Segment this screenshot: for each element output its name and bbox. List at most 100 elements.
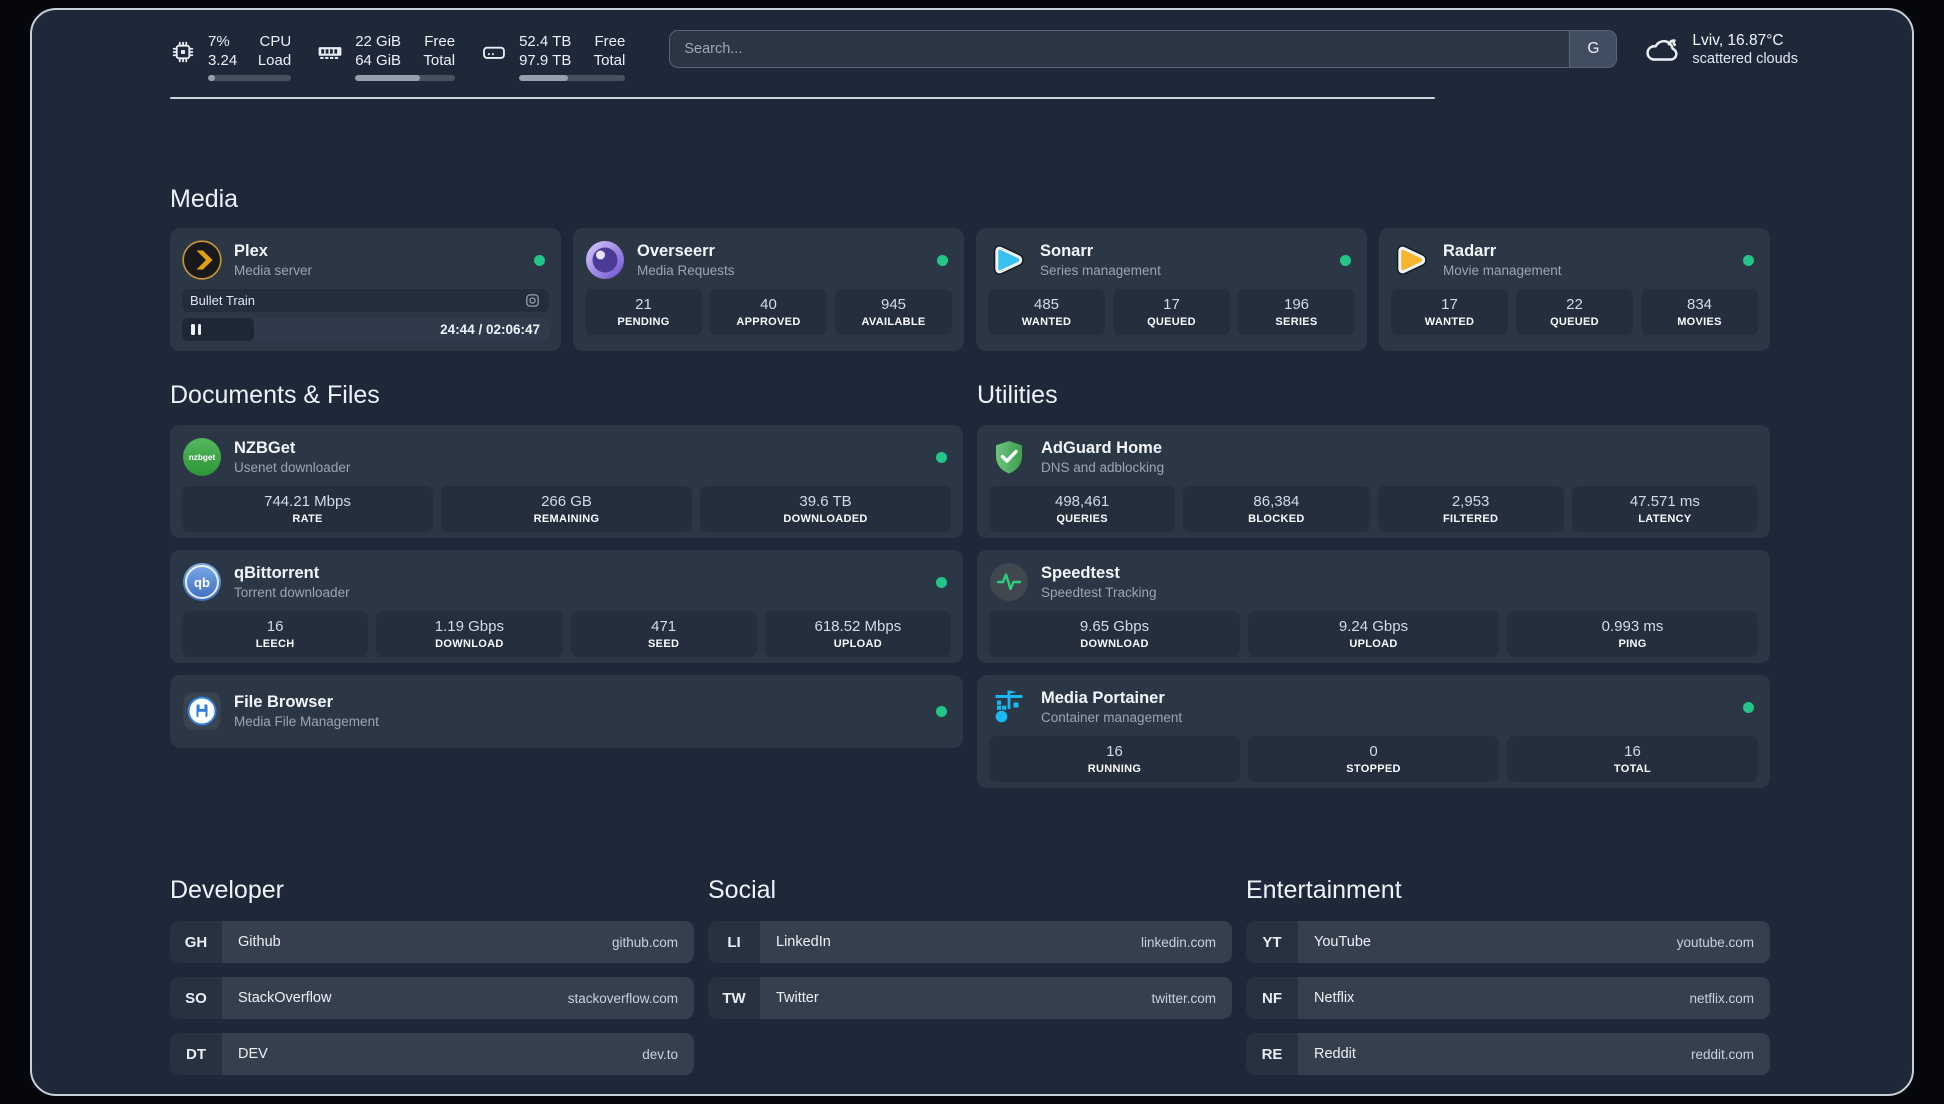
sonarr-card[interactable]: Sonarr Series management 485 WANTED 17 Q… bbox=[976, 228, 1367, 351]
stat-value: 618.52 Mbps bbox=[814, 618, 902, 635]
ram-free-label: Free bbox=[424, 33, 456, 50]
stat-box: 196 SERIES bbox=[1238, 289, 1355, 335]
bookmark-abbr: LI bbox=[708, 921, 760, 963]
speedtest-card[interactable]: Speedtest Speedtest Tracking 9.65 Gbps D… bbox=[977, 550, 1770, 663]
social-section-title: Social bbox=[708, 876, 777, 904]
pause-icon bbox=[191, 324, 201, 335]
developer-section-title: Developer bbox=[170, 876, 284, 904]
social-links: LI LinkedIn linkedin.com TW Twitter twit… bbox=[708, 907, 1232, 1075]
stat-label: DOWNLOAD bbox=[435, 638, 504, 650]
qbittorrent-card[interactable]: qb qBittorrent Torrent downloader 16 LEE… bbox=[170, 550, 963, 663]
plex-card[interactable]: Plex Media server Bullet Train 24:44 / 0… bbox=[170, 228, 561, 351]
search-engine-button[interactable]: G bbox=[1569, 31, 1617, 67]
bookmark-url: github.com bbox=[611, 934, 678, 950]
stat-value: 9.65 Gbps bbox=[1079, 618, 1150, 635]
cpu-progress-bar bbox=[208, 75, 292, 81]
app-name: Plex bbox=[234, 242, 268, 260]
bookmark-abbr: TW bbox=[708, 977, 760, 1019]
status-dot bbox=[534, 255, 545, 266]
stat-value: 40 bbox=[760, 296, 777, 313]
stat-box: 485 WANTED bbox=[988, 289, 1105, 335]
stat-label: RUNNING bbox=[1087, 763, 1142, 775]
cpu-value: 7% bbox=[208, 33, 230, 50]
stat-label: UPLOAD bbox=[833, 638, 882, 650]
bookmark-github[interactable]: GH Github github.com bbox=[170, 921, 694, 963]
weather-condition: scattered clouds bbox=[1692, 51, 1798, 67]
stat-value: 0 bbox=[1369, 743, 1378, 760]
stat-box: 0 STOPPED bbox=[1248, 736, 1499, 782]
stat-label: DOWNLOAD bbox=[1080, 638, 1149, 650]
stat-label: LATENCY bbox=[1638, 513, 1692, 525]
stat-label: AVAILABLE bbox=[861, 316, 926, 328]
stat-value: 9.24 Gbps bbox=[1338, 618, 1409, 635]
ram-total-value: 64 GiB bbox=[355, 52, 402, 69]
utilities-column: AdGuard Home DNS and adblocking 498,461 … bbox=[977, 425, 1770, 788]
stat-value: 22 bbox=[1566, 296, 1583, 313]
bookmark-url: linkedin.com bbox=[1140, 934, 1216, 950]
filebrowser-card[interactable]: File Browser Media File Management bbox=[170, 675, 963, 748]
stat-label: UPLOAD bbox=[1349, 638, 1398, 650]
nzbget-card[interactable]: nzbget NZBGet Usenet downloader 744.21 M… bbox=[170, 425, 963, 538]
bookmark-reddit[interactable]: RE Reddit reddit.com bbox=[1246, 1033, 1770, 1075]
bookmark-name: Twitter bbox=[776, 990, 819, 1006]
search-engine-icon: G bbox=[1587, 40, 1600, 57]
radarr-card[interactable]: Radarr Movie management 17 WANTED 22 QUE… bbox=[1379, 228, 1770, 351]
bookmark-stackoverflow[interactable]: SO StackOverflow stackoverflow.com bbox=[170, 977, 694, 1019]
stat-label: QUEUED bbox=[1147, 316, 1196, 328]
stat-value: 16 bbox=[1106, 743, 1123, 760]
stat-box: 266 GB REMAINING bbox=[441, 486, 692, 532]
app-description: Media server bbox=[234, 263, 313, 278]
system-stats: 7% 3.24 CPU Load 22 GiB 64 GiB Free Tota… bbox=[170, 30, 626, 81]
stat-value: 17 bbox=[1163, 296, 1180, 313]
stat-box: 39.6 TB DOWNLOADED bbox=[700, 486, 951, 532]
bookmark-twitter[interactable]: TW Twitter twitter.com bbox=[708, 977, 1232, 1019]
playback-progress-bar: 24:44 / 02:06:47 bbox=[182, 318, 549, 341]
bookmark-netflix[interactable]: NF Netflix netflix.com bbox=[1246, 977, 1770, 1019]
status-dot bbox=[1743, 702, 1754, 713]
cpu-stat: 7% 3.24 CPU Load bbox=[170, 32, 292, 81]
portainer-card[interactable]: Media Portainer Container management 16 … bbox=[977, 675, 1770, 788]
stat-box: 16 TOTAL bbox=[1507, 736, 1758, 782]
bookmark-youtube[interactable]: YT YouTube youtube.com bbox=[1246, 921, 1770, 963]
radarr-icon bbox=[1391, 240, 1431, 280]
bookmark-dev[interactable]: DT DEV dev.to bbox=[170, 1033, 694, 1075]
app-description: Media File Management bbox=[234, 714, 379, 729]
disk-total-label: Total bbox=[593, 52, 626, 69]
status-dot bbox=[1340, 255, 1351, 266]
stat-box: 9.24 Gbps UPLOAD bbox=[1248, 611, 1499, 657]
app-description: Torrent downloader bbox=[234, 585, 350, 600]
bookmark-linkedin[interactable]: LI LinkedIn linkedin.com bbox=[708, 921, 1232, 963]
entertainment-section-title: Entertainment bbox=[1246, 876, 1402, 904]
bookmark-abbr: RE bbox=[1246, 1033, 1298, 1075]
app-description: Usenet downloader bbox=[234, 460, 351, 475]
nzbget-icon: nzbget bbox=[182, 437, 222, 477]
stat-box: 16 RUNNING bbox=[989, 736, 1240, 782]
bookmark-name: Reddit bbox=[1314, 1046, 1356, 1062]
app-name: Overseerr bbox=[637, 242, 715, 260]
stat-value: 16 bbox=[266, 618, 284, 635]
qbittorrent-icon: qb bbox=[182, 562, 222, 602]
weather-location-temp: Lviv, 16.87°C bbox=[1692, 32, 1784, 49]
stat-label: SEED bbox=[648, 638, 680, 650]
session-icon bbox=[526, 294, 539, 307]
app-name: Speedtest bbox=[1041, 564, 1120, 582]
disk-total-value: 97.9 TB bbox=[519, 52, 572, 69]
overseerr-card[interactable]: Overseerr Media Requests 21 PENDING 40 A… bbox=[573, 228, 964, 351]
ram-icon bbox=[318, 47, 342, 59]
ram-total-label: Total bbox=[423, 52, 456, 69]
adguard-card[interactable]: AdGuard Home DNS and adblocking 498,461 … bbox=[977, 425, 1770, 538]
stat-label: WANTED bbox=[1424, 316, 1475, 328]
bookmark-url: netflix.com bbox=[1689, 990, 1754, 1006]
weather-widget: Lviv, 16.87°C scattered clouds bbox=[1643, 30, 1798, 68]
sonarr-icon bbox=[988, 240, 1028, 280]
search-bar: G bbox=[669, 30, 1618, 68]
bookmark-url: youtube.com bbox=[1676, 934, 1754, 950]
stat-box: 744.21 Mbps RATE bbox=[182, 486, 433, 532]
search-input[interactable] bbox=[669, 30, 1618, 68]
stat-label: DOWNLOADED bbox=[783, 513, 868, 525]
stat-value: 744.21 Mbps bbox=[264, 493, 351, 510]
stat-value: 0.993 ms bbox=[1601, 618, 1664, 635]
stat-value: 1.19 Gbps bbox=[434, 618, 504, 635]
stat-value: 266 GB bbox=[541, 493, 592, 510]
bookmark-abbr: DT bbox=[170, 1033, 222, 1075]
